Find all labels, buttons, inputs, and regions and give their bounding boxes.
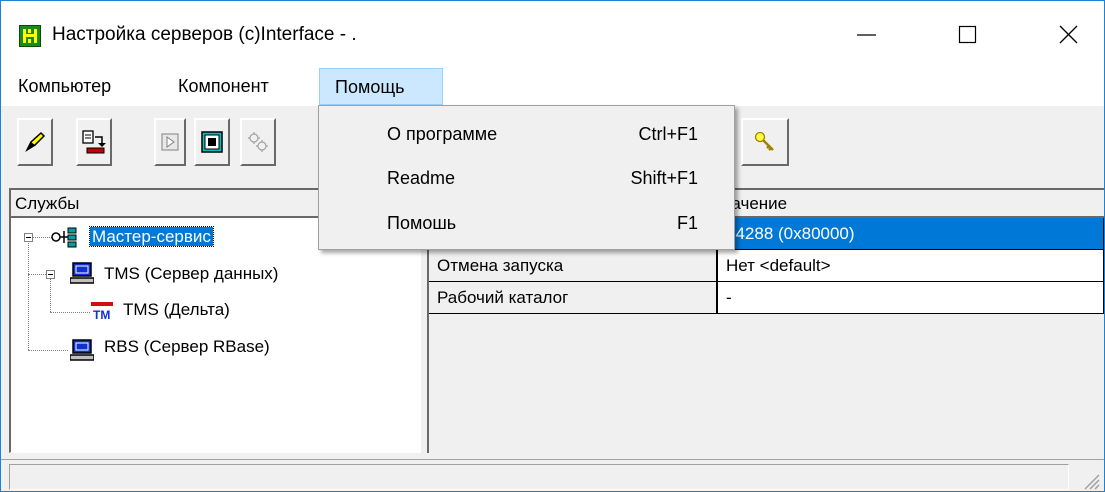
maximize-button[interactable] (923, 1, 1013, 68)
minimize-icon (857, 33, 876, 36)
maximize-icon (958, 25, 977, 43)
computer-icon (70, 339, 94, 361)
menu-item-about[interactable]: О программе Ctrl+F1 (319, 114, 734, 154)
play-icon (161, 133, 179, 151)
tree-line (50, 278, 51, 312)
help-dropdown-menu: О программе Ctrl+F1 Readme Shift+F1 Помо… (318, 105, 735, 250)
import-icon (82, 130, 106, 154)
tree-item-tms-delta[interactable]: TMS (Дельта) (123, 297, 230, 323)
computer-icon (70, 262, 94, 284)
title-bar[interactable]: Настройка серверов (c)Interface - . (1, 1, 1104, 68)
menu-item-readme[interactable]: Readme Shift+F1 (319, 158, 734, 198)
close-icon (1059, 25, 1078, 43)
status-pane (9, 464, 1069, 490)
property-value-cell[interactable]: - (718, 282, 1104, 314)
property-name-cell[interactable]: Рабочий каталог (429, 282, 718, 314)
import-button[interactable] (76, 118, 112, 166)
menu-item-shortcut: Shift+F1 (630, 168, 698, 188)
svg-text:ТМ: ТМ (93, 308, 110, 322)
menu-help[interactable]: Помощь (319, 68, 443, 105)
gear-button[interactable] (240, 118, 276, 166)
key-button[interactable] (741, 118, 789, 166)
property-value-cell[interactable]: 24288 (0x80000) (718, 218, 1104, 250)
tree-line (32, 237, 52, 238)
menu-component[interactable]: Компонент (178, 68, 269, 105)
window-title: Настройка серверов (c)Interface - . (52, 24, 357, 45)
close-button[interactable] (1024, 1, 1104, 68)
app-grid-icon[interactable] (19, 25, 41, 47)
stop-icon (201, 131, 223, 153)
tree-line (28, 238, 29, 350)
edit-button[interactable] (17, 118, 53, 166)
tree-item-master[interactable]: Мастер-сервис (89, 224, 214, 250)
main-window: Настройка серверов (c)Interface - . Комп… (0, 0, 1105, 492)
property-value-cell[interactable]: Нет <default> (718, 250, 1104, 282)
tree-line (28, 350, 68, 351)
pencil-icon (25, 131, 46, 153)
start-button[interactable] (154, 118, 186, 166)
menu-item-label: Readme (387, 168, 456, 188)
menu-bar: Компьютер Компонент Помощь (1, 68, 1104, 105)
tree-line (50, 312, 90, 313)
collapse-master-toggle[interactable] (24, 233, 33, 242)
disabled-gear-icon (248, 132, 268, 152)
menu-item-help[interactable]: Помошь F1 (319, 203, 734, 243)
value-header[interactable]: начение (718, 190, 1104, 218)
tree-item-label: Мастер-сервис (89, 226, 214, 247)
menu-computer[interactable]: Компьютер (18, 68, 111, 105)
property-name-cell[interactable]: Отмена запуска (429, 250, 718, 282)
menu-item-label: Помошь (387, 213, 457, 233)
menu-item-shortcut: F1 (676, 213, 698, 233)
tree-item-tms[interactable]: TMS (Сервер данных) (104, 261, 278, 287)
status-bar (1, 459, 1104, 491)
key-icon (754, 131, 774, 151)
resize-grip-icon[interactable] (1082, 472, 1100, 490)
tm-delta-icon: ТМ (91, 302, 113, 322)
stop-button[interactable] (194, 118, 230, 166)
minimize-button[interactable] (822, 1, 912, 68)
network-icon (51, 227, 77, 248)
collapse-tms-toggle[interactable] (46, 270, 55, 279)
menu-item-label: О программе (387, 124, 498, 144)
menu-item-shortcut: Ctrl+F1 (638, 124, 698, 144)
tree-item-rbs[interactable]: RBS (Сервер RBase) (104, 334, 270, 360)
